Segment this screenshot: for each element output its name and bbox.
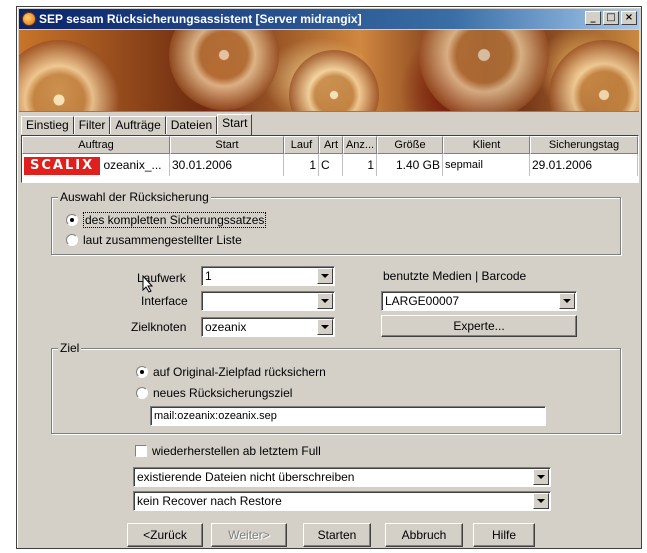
target-title: Ziel	[58, 341, 82, 355]
radio-full-set[interactable]: des kompletten Sicherungssatzes	[66, 212, 267, 228]
tab-start[interactable]: Start	[217, 114, 253, 135]
cell-groesse: 1.40 GB	[377, 154, 443, 176]
sesam-app-icon	[22, 12, 36, 26]
restore-wizard-window: SEP sesam Rücksicherungsassistent [Serve…	[16, 6, 642, 549]
experte-button[interactable]: Experte...	[381, 315, 577, 337]
zielknoten-select[interactable]: ozeanix	[201, 317, 335, 337]
table-row[interactable]: SCALIX ozeanix_... 30.01.2006 1 C 1 1.40…	[22, 154, 638, 176]
interface-label: Interface	[141, 294, 188, 308]
window-title: SEP sesam Rücksicherungsassistent [Serve…	[39, 12, 362, 26]
tab-einstieg[interactable]: Einstieg	[21, 116, 74, 134]
close-button[interactable]: ×	[621, 11, 637, 25]
wizard-tabs: Einstieg Filter Aufträge Dateien Start	[21, 114, 253, 135]
radio-new-target-label: neues Rücksicherungsziel	[153, 386, 293, 400]
chevron-down-icon[interactable]	[533, 493, 549, 509]
column-header-start[interactable]: Start	[170, 136, 284, 154]
cell-art: C	[319, 154, 343, 176]
radio-list[interactable]: laut zusammengestellter Liste	[66, 233, 242, 247]
title-bar[interactable]: SEP sesam Rücksicherungsassistent [Serve…	[19, 9, 639, 29]
mouse-cursor-icon	[142, 274, 154, 296]
cell-start: 30.01.2006	[170, 154, 284, 176]
tab-auftraege[interactable]: Aufträge	[110, 116, 166, 134]
recover-mode-select[interactable]: kein Recover nach Restore	[133, 491, 551, 511]
radio-full-set-indicator[interactable]	[66, 214, 78, 226]
auftrag-name: ozeanix_...	[103, 158, 162, 172]
cell-klient: sepmail	[443, 154, 530, 176]
chevron-down-icon[interactable]	[317, 319, 333, 335]
column-header-lauf[interactable]: Lauf	[284, 136, 319, 154]
media-barcode-value: LARGE00007	[385, 294, 460, 308]
disc-graphic	[19, 40, 119, 111]
back-button[interactable]: <Zurück	[127, 523, 203, 547]
chevron-down-icon[interactable]	[533, 469, 549, 485]
radio-new-target[interactable]: neues Rücksicherungsziel	[136, 386, 292, 400]
cell-anzahl: 1	[343, 154, 377, 176]
radio-original-path[interactable]: auf Original-Zielpfad rücksichern	[136, 365, 326, 379]
zielknoten-value: ozeanix	[205, 320, 247, 334]
maximize-button[interactable]: □	[603, 11, 619, 25]
next-button[interactable]: Weiter>	[211, 523, 287, 547]
tab-filter[interactable]: Filter	[73, 116, 111, 134]
interface-select[interactable]	[201, 291, 335, 311]
recover-mode-value: kein Recover nach Restore	[137, 494, 282, 508]
start-button[interactable]: Starten	[303, 523, 371, 547]
restore-from-full-label: wiederherstellen ab letztem Full	[152, 444, 321, 458]
table-header: Auftrag Start Lauf Art Anz... Größe Klie…	[22, 136, 638, 154]
column-header-auftrag[interactable]: Auftrag	[22, 136, 170, 154]
radio-full-set-label: des kompletten Sicherungssatzes	[83, 212, 267, 228]
chevron-down-icon[interactable]	[317, 268, 333, 284]
restore-selection-group: Auswahl der Rücksicherung des kompletten…	[51, 190, 621, 255]
cell-sicherungstag: 29.01.2006	[530, 154, 638, 176]
minimize-button[interactable]: _	[585, 11, 601, 25]
cell-lauf: 1	[284, 154, 319, 176]
column-header-sicherungstag[interactable]: Sicherungstag	[530, 136, 638, 154]
column-header-klient[interactable]: Klient	[443, 136, 530, 154]
radio-original-path-indicator[interactable]	[136, 366, 148, 378]
overwrite-mode-select[interactable]: existierende Dateien nicht überschreiben	[133, 467, 551, 487]
scalix-logo: SCALIX	[24, 157, 101, 175]
disc-graphic	[419, 30, 549, 111]
restore-selection-title: Auswahl der Rücksicherung	[58, 190, 211, 204]
target-path-field[interactable]: mail:ozeanix:ozeanix.sep	[150, 406, 546, 426]
disc-graphic	[169, 30, 279, 110]
radio-list-label: laut zusammengestellter Liste	[83, 233, 242, 247]
help-button[interactable]: Hilfe	[473, 523, 535, 547]
column-header-art[interactable]: Art	[319, 136, 343, 154]
laufwerk-select[interactable]: 1	[201, 266, 335, 286]
restore-from-full-checkbox[interactable]: wiederherstellen ab letztem Full	[135, 444, 321, 458]
radio-original-path-label: auf Original-Zielpfad rücksichern	[153, 365, 326, 379]
radio-list-indicator[interactable]	[66, 234, 78, 246]
overwrite-mode-value: existierende Dateien nicht überschreiben	[137, 470, 355, 484]
cell-auftrag: SCALIX ozeanix_...	[22, 154, 170, 176]
chevron-down-icon[interactable]	[317, 293, 333, 309]
column-header-groesse[interactable]: Größe	[377, 136, 443, 154]
column-header-anzahl[interactable]: Anz...	[343, 136, 377, 154]
window-controls: _ □ ×	[585, 11, 637, 25]
tab-dateien[interactable]: Dateien	[165, 116, 218, 134]
disc-graphic	[289, 50, 379, 111]
disc-graphic	[549, 40, 639, 111]
zielknoten-label: Zielknoten	[131, 320, 187, 334]
header-banner-image	[19, 30, 639, 112]
media-barcode-select[interactable]: LARGE00007	[381, 291, 577, 311]
job-table: Auftrag Start Lauf Art Anz... Größe Klie…	[21, 135, 639, 183]
cancel-button[interactable]: Abbruch	[385, 523, 463, 547]
restore-from-full-check[interactable]	[135, 445, 147, 457]
media-barcode-label: benutzte Medien | Barcode	[383, 269, 527, 283]
radio-new-target-indicator[interactable]	[136, 387, 148, 399]
chevron-down-icon[interactable]	[559, 293, 575, 309]
target-group: Ziel auf Original-Zielpfad rücksichern n…	[51, 341, 621, 434]
laufwerk-value: 1	[205, 269, 212, 283]
